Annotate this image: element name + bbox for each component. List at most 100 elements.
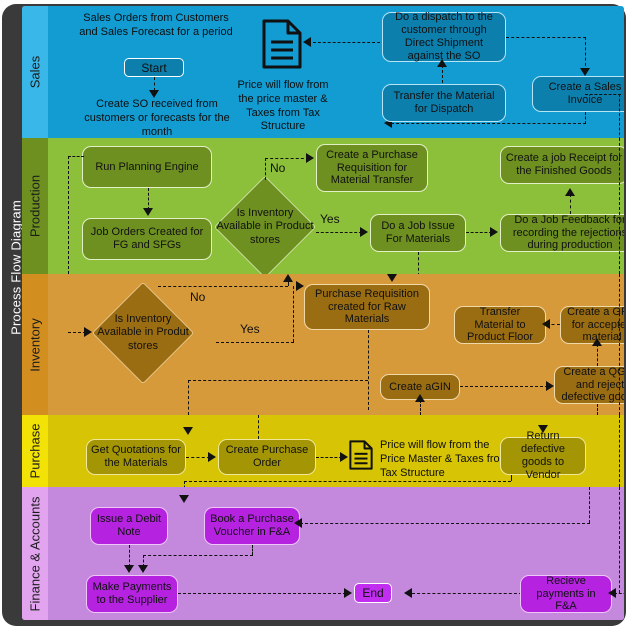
transfer-material-product-floor-node[interactable]: Transfer Material to Product Floor — [454, 306, 546, 344]
arrow-agin-to-qgin — [546, 381, 554, 391]
swimlane-finance: Finance & Accounts Issue a Debit Note Bo… — [22, 487, 624, 620]
arrow-yes-inventory — [296, 281, 304, 291]
issue-debit-note-node[interactable]: Issue a Debit Note — [90, 507, 168, 545]
edge-invoice-left — [391, 123, 586, 124]
run-planning-engine-node[interactable]: Run Planning Engine — [82, 146, 212, 188]
swimlane-header-inventory: Inventory — [22, 274, 48, 415]
edge-jobissue-to-feedback — [466, 232, 492, 233]
edge-debit-down — [129, 545, 130, 567]
arrow-to-sales-invoice — [580, 68, 590, 76]
document-icon-sales — [260, 18, 304, 70]
edge-req-left-down — [188, 380, 189, 415]
arrow-grn-to-transfer — [542, 319, 550, 329]
edge-no-up-production — [265, 158, 266, 180]
book-purchase-voucher-node[interactable]: Book a Purchase Voucher in F&A — [204, 507, 300, 545]
edge-req-left — [188, 380, 368, 381]
arrow-planning-to-joborders — [143, 208, 153, 216]
edge-po-to-agin — [420, 400, 421, 415]
swimlane-body-inventory: Is Inventory Available in Produt stores … — [48, 274, 624, 415]
edge-right-trunk-production — [619, 138, 620, 274]
edge-po-to-doc — [316, 457, 342, 458]
do-a-job-issue-node[interactable]: Do a Job Issue For Materials — [370, 214, 466, 252]
decision-label-production: Is Inventory Available in Product stores — [216, 206, 314, 246]
arrow-into-quotations — [183, 427, 193, 435]
create-purchase-requisition-transfer-node[interactable]: Create a Purchase Requisition for Materi… — [316, 144, 428, 192]
edge-qgin-down — [597, 404, 598, 415]
transfer-material-dispatch-node[interactable]: Transfer the Material for Dispatch — [382, 84, 506, 122]
arrow-no-inventory — [283, 274, 293, 282]
end-pill[interactable]: End — [354, 583, 392, 603]
edge-po-up — [258, 415, 259, 439]
arrow-no-production — [306, 153, 314, 163]
sales-orders-caption: Sales Orders from Customers and Sales Fo… — [79, 12, 233, 38]
edge-purchase-bottom-rail — [184, 481, 511, 482]
edge-qgin-to-grn — [597, 344, 598, 366]
job-orders-created-node[interactable]: Job Orders Created for FG and SFGs — [82, 218, 212, 260]
start-pill[interactable]: Start — [124, 58, 184, 77]
do-a-dispatch-node[interactable]: Do a dispatch to the customer through Di… — [382, 11, 506, 62]
edge-right-trunk-to-invoice — [585, 94, 621, 95]
edge-voucher-source-riser — [589, 487, 590, 523]
arrow-qgin-to-grn — [592, 338, 602, 346]
swimlane-label-purchase: Purchase — [27, 423, 43, 479]
edge-label-no-inventory: No — [190, 290, 206, 304]
do-a-job-feedback-node[interactable]: Do a Job Feedback for recording the reje… — [500, 214, 624, 252]
edge-label-yes-production: Yes — [320, 212, 340, 226]
edge-recieve-to-end — [412, 593, 522, 594]
edge-req-down — [368, 330, 369, 410]
flowchart-canvas: Process Flow Diagram Sales Sales Orders … — [0, 0, 630, 630]
arrow-recieve-to-end — [404, 588, 412, 598]
recieve-payments-node[interactable]: Recieve payments in F&A — [520, 575, 612, 613]
edge-right-trunk-sales — [619, 94, 620, 140]
create-purchase-order-node[interactable]: Create Purchase Order — [218, 439, 316, 475]
swimlane-inventory: Inventory Is Inventory Available in Prod… — [22, 274, 624, 415]
swimlane-body-sales: Sales Orders from Customers and Sales Fo… — [48, 6, 624, 140]
swimlane-header-sales: Sales — [22, 6, 48, 138]
arrow-debit-to-payments — [124, 565, 134, 573]
edge-into-voucher — [300, 523, 590, 524]
edge-quotations-to-po — [186, 457, 210, 458]
edge-dispatch-down — [585, 37, 586, 71]
edge-planning-to-joborders — [148, 188, 149, 210]
edge-right-trunk-inventory — [619, 274, 620, 415]
swimlane-purchase: Purchase Get Quotations for the Material… — [22, 415, 624, 493]
edge-right-trunk-finance — [619, 487, 620, 593]
arrow-dispatch-to-doc — [303, 37, 311, 47]
swimlane-sales: Sales Sales Orders from Customers and Sa… — [22, 6, 624, 140]
edge-transfer-up — [442, 65, 443, 83]
price-flow-sales-caption: Price will flow from the price master & … — [237, 79, 329, 133]
swimlane-header-purchase: Purchase — [22, 415, 48, 487]
swimlane-label-sales: Sales — [27, 55, 43, 89]
return-defective-goods-node[interactable]: Return defective goods to Vendor — [500, 430, 586, 481]
swimlane-body-production: Run Planning Engine Job Orders Created f… — [48, 138, 624, 278]
arrow-transfer-to-dispatch — [437, 59, 447, 67]
edge-dispatch-to-doc — [308, 42, 380, 43]
edge-feedback-to-receipt — [570, 194, 571, 214]
edge-start-to-create-so — [154, 77, 155, 91]
swimlane-label-inventory: Inventory — [27, 317, 43, 372]
arrow-voucher-to-payments — [138, 565, 148, 573]
decision-label-inventory: Is Inventory Available in Produt stores — [97, 312, 189, 352]
arrow-yes-production — [360, 227, 368, 237]
swimlane-label-finance: Finance & Accounts — [27, 496, 43, 611]
create-qgin-node[interactable]: Create a QGIN and reject defective goods — [554, 366, 624, 404]
edge-voucher-left — [143, 555, 253, 556]
price-flow-purchase-caption: Price will flow from the Price Master & … — [380, 439, 509, 479]
make-payments-supplier-node[interactable]: Make Payments to the Supplier — [86, 575, 178, 613]
edge-return-down-stub — [511, 475, 512, 481]
document-icon-purchase — [348, 439, 374, 471]
arrow-into-debit-note — [179, 495, 189, 503]
edge-no-right-production — [265, 158, 309, 159]
arrow-into-voucher — [294, 518, 302, 528]
purchase-requisition-raw-materials-node[interactable]: Purchase Requisition created for Raw Mat… — [304, 284, 430, 330]
swimlane-body-purchase: Get Quotations for the Materials Create … — [48, 415, 624, 493]
swimlane-label-production: Production — [27, 174, 43, 238]
inventory-available-produt-stores-decision[interactable]: Is Inventory Available in Produt stores — [92, 282, 194, 384]
inventory-available-product-stores-decision[interactable]: Is Inventory Available in Product stores — [214, 176, 316, 278]
edge-loop-into-planning — [68, 156, 84, 157]
edge-yes-inventory — [216, 342, 294, 343]
get-quotations-node[interactable]: Get Quotations for the Materials — [86, 439, 186, 475]
create-job-receipt-node[interactable]: Create a job Receipt for the Finished Go… — [500, 146, 624, 184]
edge-payments-to-end — [178, 593, 346, 594]
edge-no-inventory-right — [158, 286, 288, 287]
